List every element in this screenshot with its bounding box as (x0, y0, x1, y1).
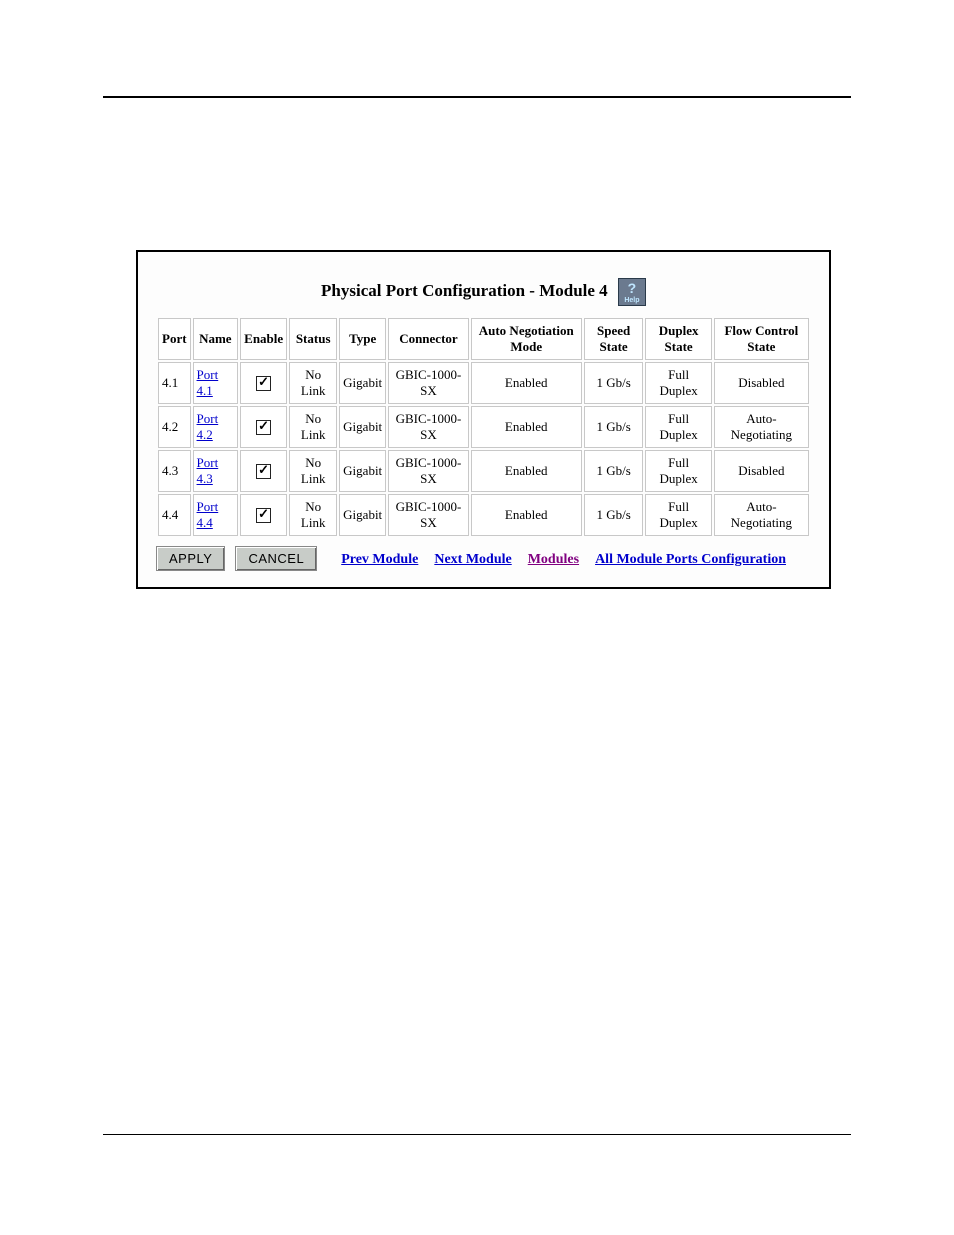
connector-cell: GBIC-1000-SX (388, 494, 469, 536)
all-module-ports-link[interactable]: All Module Ports Configuration (595, 552, 786, 567)
table-body: 4.1Port 4.1No LinkGigabitGBIC-1000-SXEna… (158, 362, 809, 536)
status-cell: No Link (289, 406, 337, 448)
port-cell: 4.2 (158, 406, 191, 448)
config-panel: Physical Port Configuration - Module 4 P… (136, 250, 831, 589)
flow-cell: Disabled (714, 362, 809, 404)
port-cell: 4.3 (158, 450, 191, 492)
port-name-link[interactable]: Port 4.3 (197, 455, 219, 486)
type-cell: Gigabit (339, 450, 386, 492)
auto-negotiation-cell: Enabled (471, 362, 582, 404)
type-cell: Gigabit (339, 406, 386, 448)
table-row: 4.1 Port 4.1 No LinkGigabitGBIC-1000-SXEna… (158, 362, 809, 404)
speed-cell: 1 Gb/s (584, 406, 644, 448)
col-header: Port (158, 318, 191, 360)
actions-row: APPLY CANCEL Prev Module Next Module Mod… (156, 546, 811, 571)
flow-cell: Auto-Negotiating (714, 406, 809, 448)
auto-negotiation-cell: Enabled (471, 450, 582, 492)
table-header-row: PortNameEnableStatusTypeConnectorAuto Ne… (158, 318, 809, 360)
help-icon[interactable] (618, 278, 646, 306)
table-row: 4.4 Port 4.4 No LinkGigabitGBIC-1000-SXEna… (158, 494, 809, 536)
col-header: Connector (388, 318, 469, 360)
speed-cell: 1 Gb/s (584, 450, 644, 492)
connector-cell: GBIC-1000-SX (388, 450, 469, 492)
port-name-link[interactable]: Port 4.1 (197, 367, 219, 398)
next-module-link[interactable]: Next Module (434, 552, 511, 567)
prev-module-link[interactable]: Prev Module (341, 552, 418, 567)
status-cell: No Link (289, 494, 337, 536)
auto-negotiation-cell: Enabled (471, 494, 582, 536)
bottom-rule (103, 1134, 851, 1135)
col-header: Status (289, 318, 337, 360)
port-name-link[interactable]: Port 4.2 (197, 411, 219, 442)
type-cell: Gigabit (339, 362, 386, 404)
type-cell: Gigabit (339, 494, 386, 536)
enable-checkbox[interactable] (256, 376, 271, 391)
col-header: Auto Negotiation Mode (471, 318, 582, 360)
status-cell: No Link (289, 362, 337, 404)
table-head: PortNameEnableStatusTypeConnectorAuto Ne… (158, 318, 809, 360)
nav-links: Prev Module Next Module Modules All Modu… (335, 550, 792, 568)
port-cell: 4.4 (158, 494, 191, 536)
duplex-cell: Full Duplex (645, 406, 711, 448)
duplex-cell: Full Duplex (645, 450, 711, 492)
top-rule (103, 96, 851, 98)
status-cell: No Link (289, 450, 337, 492)
connector-cell: GBIC-1000-SX (388, 406, 469, 448)
port-name-link[interactable]: Port 4.4 (197, 499, 219, 530)
flow-cell: Disabled (714, 450, 809, 492)
enable-checkbox[interactable] (256, 420, 271, 435)
col-header: Name (193, 318, 239, 360)
speed-cell: 1 Gb/s (584, 494, 644, 536)
table-row: 4.3 Port 4.3 No LinkGigabitGBIC-1000-SXEna… (158, 450, 809, 492)
enable-checkbox[interactable] (256, 508, 271, 523)
document-page: Physical Port Configuration - Module 4 P… (0, 0, 954, 1235)
flow-cell: Auto-Negotiating (714, 494, 809, 536)
apply-button[interactable]: APPLY (156, 546, 225, 571)
connector-cell: GBIC-1000-SX (388, 362, 469, 404)
panel-title: Physical Port Configuration - Module 4 (156, 278, 811, 306)
enable-checkbox[interactable] (256, 464, 271, 479)
col-header: Type (339, 318, 386, 360)
port-table: PortNameEnableStatusTypeConnectorAuto Ne… (156, 316, 811, 538)
col-header: Duplex State (645, 318, 711, 360)
duplex-cell: Full Duplex (645, 494, 711, 536)
col-header: Flow Control State (714, 318, 809, 360)
modules-link[interactable]: Modules (528, 552, 579, 567)
duplex-cell: Full Duplex (645, 362, 711, 404)
col-header: Enable (240, 318, 287, 360)
speed-cell: 1 Gb/s (584, 362, 644, 404)
col-header: Speed State (584, 318, 644, 360)
auto-negotiation-cell: Enabled (471, 406, 582, 448)
port-cell: 4.1 (158, 362, 191, 404)
panel-title-text: Physical Port Configuration - Module 4 (321, 281, 608, 300)
cancel-button[interactable]: CANCEL (235, 546, 317, 571)
table-row: 4.2 Port 4.2 No LinkGigabitGBIC-1000-SXEna… (158, 406, 809, 448)
